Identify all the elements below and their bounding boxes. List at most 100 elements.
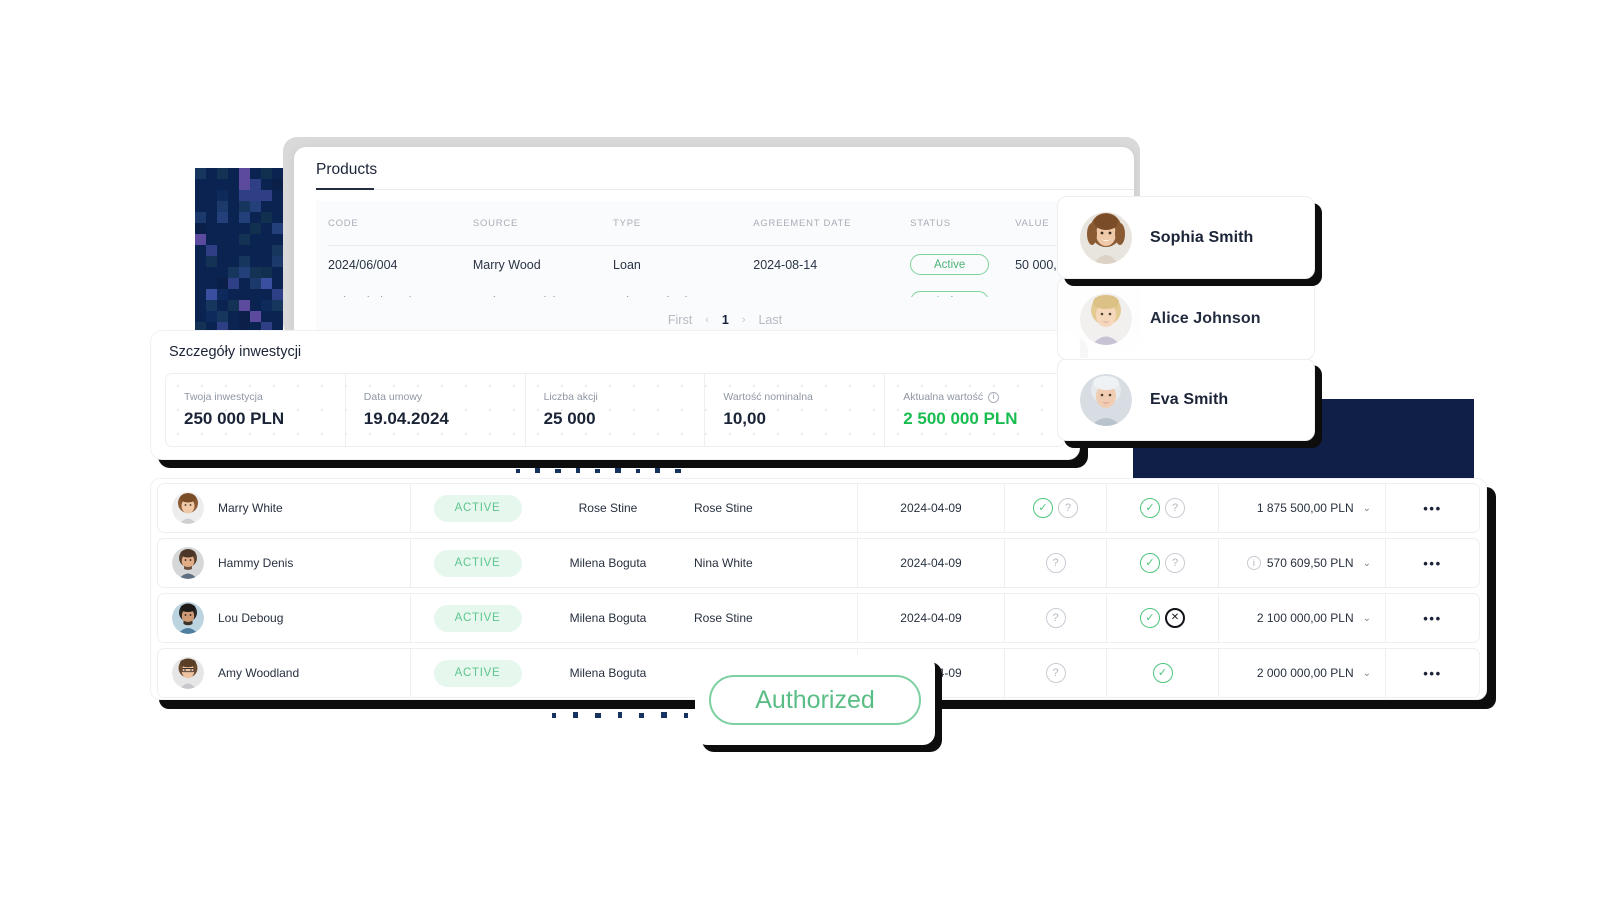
- status-badge: ACTIVE: [433, 494, 522, 522]
- avatar: [1080, 211, 1132, 264]
- person-name: Sophia Smith: [1150, 228, 1254, 246]
- products-cell-date: 2024-08-14: [753, 257, 818, 272]
- pagination-first[interactable]: First: [668, 313, 692, 327]
- row-menu-button[interactable]: •••: [1386, 539, 1479, 587]
- amount-cell[interactable]: 2 100 000,00 PLN ⌄: [1219, 594, 1386, 642]
- question-circle-icon[interactable]: ?: [1165, 553, 1185, 573]
- detail-cell-investment: Twoja inwestycja 250 000 PLN: [166, 374, 346, 446]
- products-panel-title: Products: [316, 161, 378, 178]
- detail-label: Data umowy: [363, 391, 423, 403]
- amount-value: 570 609,50 PLN: [1266, 556, 1354, 570]
- investor-name: Hammy Denis: [218, 556, 294, 570]
- person-card[interactable]: Eva Smith: [1057, 358, 1315, 441]
- info-icon[interactable]: i: [1246, 556, 1261, 570]
- status-cell: ACTIVE: [411, 539, 544, 587]
- details-panel-title: Szczegóły inwestycji: [169, 344, 302, 360]
- row-menu-button[interactable]: •••: [1386, 649, 1479, 697]
- table-row[interactable]: Lou Deboug ACTIVE Milena Boguta Rose Stine 2…: [157, 593, 1480, 643]
- chevron-down-icon[interactable]: ⌄: [1363, 558, 1371, 569]
- investment-details-panel: Szczegóły inwestycji Twoja inwestycja 25…: [150, 330, 1080, 460]
- approval-state-cell-1: ?: [1005, 649, 1107, 697]
- amount-value: 2 100 000,00 PLN: [1256, 611, 1354, 625]
- row-menu-button[interactable]: •••: [1386, 594, 1479, 642]
- investor-cell: Lou Deboug: [158, 594, 411, 642]
- kebab-menu-icon[interactable]: •••: [1423, 666, 1441, 681]
- date-cell: 2024-04-09: [857, 539, 1005, 587]
- kebab-menu-icon[interactable]: •••: [1423, 556, 1441, 571]
- avatar: [172, 657, 204, 689]
- status-badge: ACTIVE: [433, 659, 522, 687]
- products-cell-type: Loan: [613, 257, 641, 272]
- table-row[interactable]: Hammy Denis ACTIVE Milena Boguta Nina White…: [157, 538, 1480, 588]
- authorized-badge-card: Authorized: [695, 655, 935, 745]
- investor-name: Amy Woodland: [218, 666, 300, 680]
- representative-cell: Milena Boguta: [569, 611, 647, 625]
- close-circle-icon[interactable]: ✕: [1165, 608, 1185, 628]
- info-icon[interactable]: i: [988, 391, 1000, 403]
- status-badge: Active: [910, 254, 990, 275]
- detail-value: 250 000 PLN: [184, 409, 285, 428]
- row-menu-button[interactable]: •••: [1386, 484, 1479, 532]
- avatar: [1080, 373, 1132, 426]
- check-circle-icon[interactable]: ✓: [1152, 663, 1173, 683]
- chevron-right-icon[interactable]: ›: [742, 314, 746, 326]
- products-table-row[interactable]: 2024/06/004 Marry Wood Loan 2024-08-14 A…: [316, 246, 1134, 283]
- products-col-code: CODE: [328, 217, 359, 229]
- avatar: [172, 602, 204, 634]
- investor-name: Marry White: [218, 501, 283, 515]
- chevron-down-icon[interactable]: ⌄: [1363, 613, 1371, 624]
- detail-cell-share-count: Liczba akcji 25 000: [526, 374, 706, 446]
- amount-value: 2 000 000,00 PLN: [1256, 666, 1354, 680]
- status-badge: ACTIVE: [433, 549, 522, 577]
- detail-label-wrap: Aktualna wartość i: [903, 391, 1064, 403]
- check-circle-icon[interactable]: ✓: [1140, 498, 1160, 518]
- chevron-left-icon[interactable]: ‹: [705, 314, 709, 326]
- table-row[interactable]: Marry White ACTIVE Rose Stine Rose Stine 202…: [157, 483, 1480, 533]
- amount-cell[interactable]: i 570 609,50 PLN ⌄: [1219, 539, 1386, 587]
- check-circle-icon[interactable]: ✓: [1140, 553, 1160, 573]
- investor-name: Lou Deboug: [218, 611, 284, 625]
- question-circle-icon[interactable]: ?: [1045, 608, 1066, 628]
- kebab-menu-icon[interactable]: •••: [1423, 611, 1441, 626]
- question-circle-icon[interactable]: ?: [1045, 663, 1066, 683]
- products-panel: Products CODE SOURCE TYPE AGREEMENT DATE…: [294, 147, 1134, 342]
- representative-cell: Milena Boguta: [569, 666, 647, 680]
- approval-state-cell-1: ?: [1005, 539, 1107, 587]
- chevron-down-icon[interactable]: ⌄: [1363, 503, 1371, 514]
- date-cell: 2024-04-09: [857, 484, 1005, 532]
- status-cell: ACTIVE: [411, 484, 544, 532]
- chevron-down-icon[interactable]: ⌄: [1363, 668, 1371, 679]
- representative-cell: Rose Stine: [578, 501, 638, 515]
- check-circle-icon[interactable]: ✓: [1033, 498, 1053, 518]
- amount-cell[interactable]: 1 875 500,00 PLN ⌄: [1219, 484, 1386, 532]
- approval-state-cell-2: ✓: [1107, 649, 1219, 697]
- investor-cell: Amy Woodland: [158, 649, 411, 697]
- secondary-party-cell: Nina White: [694, 556, 753, 570]
- check-circle-icon[interactable]: ✓: [1140, 608, 1160, 628]
- pagination-last[interactable]: Last: [758, 313, 782, 327]
- avatar: [172, 547, 204, 579]
- products-cell-code: 2024/06/004: [328, 257, 398, 272]
- products-cell-source: Marry Wood: [472, 257, 541, 272]
- approval-state-cell-1: ?: [1005, 594, 1107, 642]
- question-circle-icon[interactable]: ?: [1045, 553, 1066, 573]
- products-title-underline: [316, 188, 374, 190]
- products-col-type: TYPE: [613, 217, 641, 229]
- investor-cell: Hammy Denis: [158, 539, 411, 587]
- person-card[interactable]: Sophia Smith: [1057, 196, 1315, 279]
- pagination-current-page[interactable]: 1: [722, 313, 729, 327]
- details-grid: Twoja inwestycja 250 000 PLN Data umowy …: [165, 373, 1065, 447]
- person-card[interactable]: Alice Johnson: [1057, 277, 1315, 360]
- products-col-date: AGREEMENT DATE: [753, 217, 852, 229]
- approval-state-cell-2: ✓?: [1107, 484, 1219, 532]
- authorized-badge: Authorized: [709, 675, 921, 725]
- kebab-menu-icon[interactable]: •••: [1423, 501, 1441, 516]
- question-circle-icon[interactable]: ?: [1058, 498, 1078, 518]
- screenshot-stage: Products CODE SOURCE TYPE AGREEMENT DATE…: [0, 0, 1600, 900]
- amount-cell[interactable]: 2 000 000,00 PLN ⌄: [1219, 649, 1386, 697]
- approval-state-cell-2: ✓?: [1107, 539, 1219, 587]
- detail-value: 2 500 000 PLN: [903, 409, 1018, 428]
- status-cell: ACTIVE: [411, 594, 544, 642]
- question-circle-icon[interactable]: ?: [1165, 498, 1185, 518]
- date-cell: 2024-04-09: [857, 594, 1005, 642]
